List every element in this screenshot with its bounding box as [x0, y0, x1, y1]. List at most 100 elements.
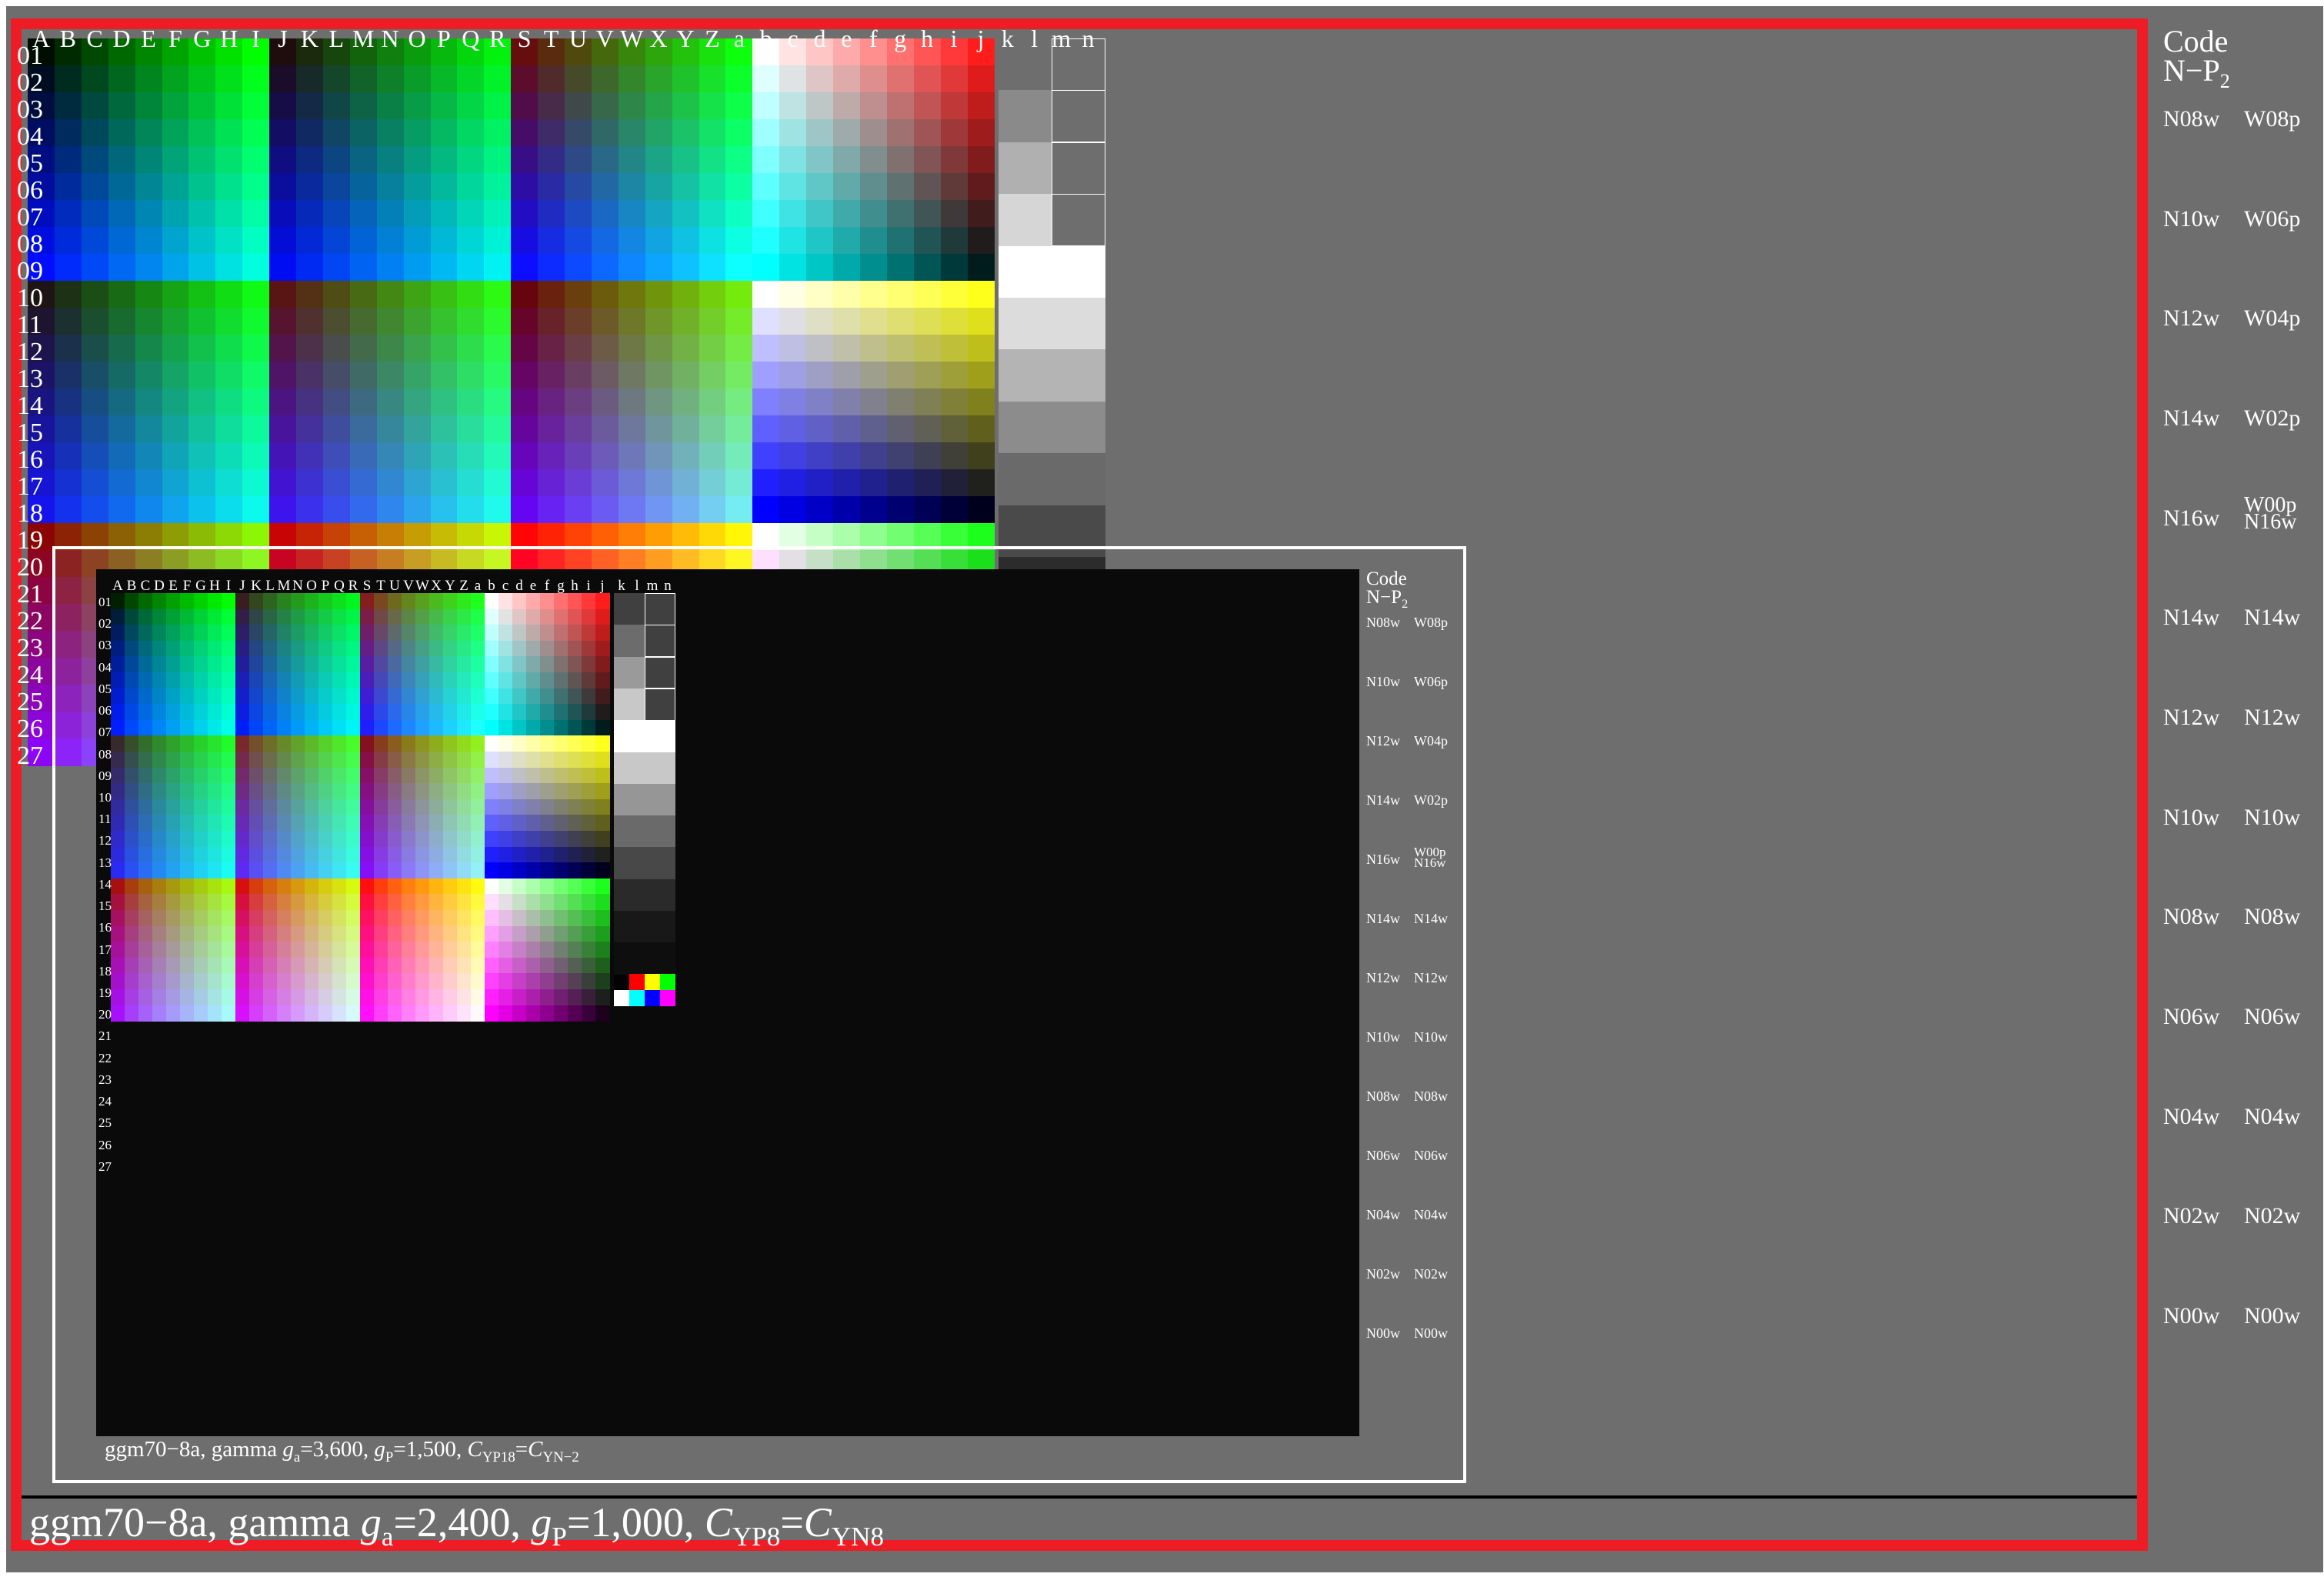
inset-primary-swatch [645, 989, 660, 1006]
color-patch [162, 496, 189, 524]
color-patch [208, 767, 222, 784]
side-patch [568, 752, 582, 768]
color-patch [322, 119, 351, 147]
color-patch [135, 173, 163, 201]
color-patch [269, 442, 297, 470]
color-patch [180, 719, 195, 736]
color-patch [429, 894, 444, 911]
side-patch [568, 656, 582, 673]
inset-gray-patch [645, 720, 675, 752]
color-patch [277, 910, 292, 927]
color-patch [322, 496, 351, 524]
code-n: N06w [2163, 1004, 2220, 1030]
inset-primary-swatch [660, 973, 675, 990]
side-patch [886, 254, 915, 282]
side-patch [913, 442, 942, 470]
color-patch [457, 957, 472, 974]
color-patch [305, 831, 319, 848]
color-patch [54, 173, 82, 201]
color-patch [108, 469, 136, 497]
color-patch [538, 65, 565, 93]
color-patch [152, 688, 167, 705]
color-patch [125, 846, 139, 863]
side-patch [540, 688, 555, 705]
color-patch [346, 878, 361, 895]
color-patch [235, 656, 250, 673]
column-letter: N [381, 25, 399, 52]
color-patch [138, 894, 153, 911]
color-patch [538, 415, 565, 443]
side-patch [859, 335, 888, 362]
side-patch [485, 656, 499, 673]
color-patch [443, 640, 458, 657]
side-patch [806, 442, 834, 470]
inset-code-w: N06w [1414, 1148, 1448, 1163]
color-patch [591, 335, 619, 362]
code-n: N14w [2163, 605, 2220, 631]
column-letter: U [568, 25, 587, 52]
column-letter: H [220, 25, 238, 52]
color-patch [415, 862, 430, 879]
color-patch [376, 335, 405, 362]
side-patch [485, 608, 499, 625]
color-patch [215, 227, 243, 255]
color-patch [215, 308, 243, 335]
color-patch [242, 92, 270, 120]
color-patch [457, 878, 472, 895]
color-patch [166, 608, 181, 625]
color-patch [360, 625, 375, 642]
color-patch [360, 989, 375, 1006]
color-patch [208, 831, 222, 848]
color-patch [511, 308, 538, 335]
gray-patch [1052, 401, 1105, 454]
side-patch [485, 672, 499, 689]
color-patch [332, 625, 347, 642]
color-patch [180, 862, 195, 879]
color-patch [457, 752, 472, 768]
color-patch [180, 989, 195, 1006]
color-patch [402, 942, 416, 959]
color-patch [443, 925, 458, 942]
color-patch [360, 925, 375, 942]
color-patch [249, 846, 264, 863]
inset-column-letter: W [415, 578, 429, 594]
code-w: N06w [2244, 1004, 2301, 1030]
color-patch [591, 496, 619, 524]
inset-code-n: N12w [1366, 733, 1400, 748]
color-patch [162, 442, 189, 470]
color-patch [305, 625, 319, 642]
side-patch [498, 815, 513, 832]
color-patch [443, 878, 458, 895]
gray-patch [999, 194, 1052, 247]
color-patch [471, 783, 485, 800]
color-patch [402, 608, 416, 625]
color-patch [305, 799, 319, 815]
color-patch [346, 608, 361, 625]
color-patch [645, 388, 673, 416]
side-patch [554, 831, 568, 848]
color-patch [81, 146, 109, 174]
color-patch [305, 783, 319, 800]
color-patch [471, 815, 485, 832]
code-n: N00w [2163, 1303, 2220, 1329]
color-patch [538, 227, 565, 255]
color-patch [565, 388, 592, 416]
side-patch [540, 799, 555, 815]
color-patch [194, 593, 208, 610]
side-patch [512, 846, 527, 863]
side-patch [540, 1005, 555, 1022]
color-patch [374, 894, 388, 911]
side-patch [582, 625, 596, 642]
color-patch [374, 910, 388, 927]
side-patch [485, 767, 499, 784]
color-patch [443, 672, 458, 689]
inset-row-number: 08 [98, 746, 112, 762]
color-patch [166, 593, 181, 610]
color-patch [125, 894, 139, 911]
color-patch [374, 608, 388, 625]
column-letter: I [252, 25, 260, 52]
side-patch [540, 831, 555, 848]
side-patch [940, 415, 969, 443]
side-patch [833, 281, 861, 308]
column-letter: f [869, 25, 878, 52]
